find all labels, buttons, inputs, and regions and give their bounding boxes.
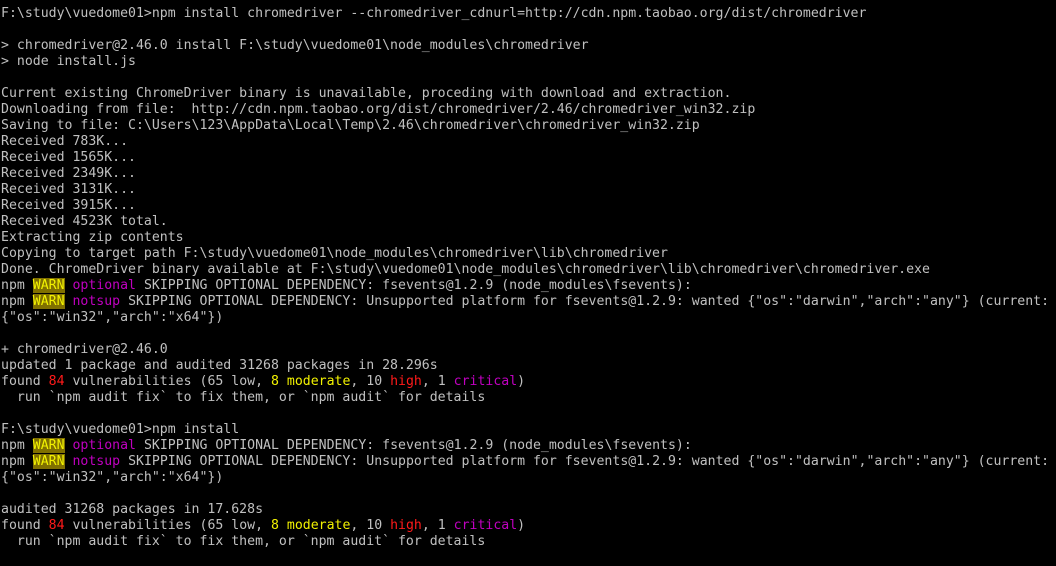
terminal-text: 8 bbox=[270, 518, 279, 533]
terminal-text: SKIPPING OPTIONAL DEPENDENCY: fsevents@1… bbox=[136, 278, 692, 293]
terminal-line: npm WARN notsup SKIPPING OPTIONAL DEPEND… bbox=[1, 454, 1056, 470]
terminal-text: F:\study\vuedome01>npm install bbox=[1, 422, 240, 437]
terminal-text: high bbox=[390, 518, 422, 533]
terminal-text: > chromedriver@2.46.0 install F:\study\v… bbox=[1, 38, 589, 53]
terminal-text: 84 bbox=[48, 374, 65, 389]
terminal-line: {"os":"win32","arch":"x64"}) bbox=[1, 310, 1056, 326]
terminal-line: Downloading from file: http://cdn.npm.ta… bbox=[1, 102, 1056, 118]
terminal-line: > chromedriver@2.46.0 install F:\study\v… bbox=[1, 38, 1056, 54]
terminal-window[interactable]: F:\study\vuedome01>npm install chromedri… bbox=[0, 0, 1056, 566]
terminal-text: , 1 bbox=[421, 374, 454, 389]
terminal-text: SKIPPING OPTIONAL DEPENDENCY: fsevents@1… bbox=[136, 438, 692, 453]
terminal-text: npm bbox=[1, 438, 33, 453]
terminal-text: updated 1 package and audited 31268 pack… bbox=[1, 358, 438, 373]
warn-badge: WARN bbox=[32, 438, 65, 453]
terminal-text: Saving to file: C:\Users\123\AppData\Loc… bbox=[1, 118, 700, 133]
terminal-line: npm WARN notsup SKIPPING OPTIONAL DEPEND… bbox=[1, 294, 1056, 310]
terminal-text: notsup bbox=[72, 294, 121, 309]
terminal-text: SKIPPING OPTIONAL DEPENDENCY: Unsupporte… bbox=[120, 454, 1050, 469]
terminal-text: vulnerabilities (65 low, bbox=[64, 518, 271, 533]
terminal-line: run `npm audit fix` to fix them, or `npm… bbox=[1, 390, 1056, 406]
terminal-line: F:\study\vuedome01>npm install chromedri… bbox=[1, 6, 1056, 22]
terminal-line: found 84 vulnerabilities (65 low, 8 mode… bbox=[1, 518, 1056, 534]
terminal-text: notsup bbox=[72, 454, 121, 469]
terminal-text: , 10 bbox=[350, 518, 391, 533]
terminal-text: Received 3915K... bbox=[1, 198, 136, 213]
warn-badge: WARN bbox=[32, 454, 65, 469]
warn-badge: WARN bbox=[32, 278, 65, 293]
terminal-text: + chromedriver@2.46.0 bbox=[1, 342, 168, 357]
terminal-text: Downloading from file: http://cdn.npm.ta… bbox=[1, 102, 756, 117]
terminal-line: found 84 vulnerabilities (65 low, 8 mode… bbox=[1, 374, 1056, 390]
terminal-text: > node install.js bbox=[1, 54, 136, 69]
terminal-line: {"os":"win32","arch":"x64"}) bbox=[1, 470, 1056, 486]
terminal-text: optional bbox=[72, 438, 137, 453]
terminal-text: Received 783K... bbox=[1, 134, 129, 149]
terminal-line: Current existing ChromeDriver binary is … bbox=[1, 86, 1056, 102]
terminal-text: optional bbox=[72, 278, 137, 293]
terminal-text: vulnerabilities (65 low, bbox=[64, 374, 271, 389]
terminal-text: found bbox=[1, 518, 49, 533]
terminal-line: run `npm audit fix` to fix them, or `npm… bbox=[1, 534, 1056, 550]
terminal-line: audited 31268 packages in 17.628s bbox=[1, 502, 1056, 518]
terminal-text: critical bbox=[453, 518, 518, 533]
terminal-line: Done. ChromeDriver binary available at F… bbox=[1, 262, 1056, 278]
terminal-text: ) bbox=[517, 518, 526, 533]
terminal-line: npm WARN optional SKIPPING OPTIONAL DEPE… bbox=[1, 438, 1056, 454]
terminal-text: SKIPPING OPTIONAL DEPENDENCY: Unsupporte… bbox=[120, 294, 1050, 309]
terminal-line: > node install.js bbox=[1, 54, 1056, 70]
terminal-text: found bbox=[1, 374, 49, 389]
terminal-line: + chromedriver@2.46.0 bbox=[1, 342, 1056, 358]
terminal-line: Received 3131K... bbox=[1, 182, 1056, 198]
terminal-line: Saving to file: C:\Users\123\AppData\Loc… bbox=[1, 118, 1056, 134]
terminal-text: Received 2349K... bbox=[1, 166, 136, 181]
terminal-text: , 10 bbox=[350, 374, 391, 389]
terminal-text: Current existing ChromeDriver binary is … bbox=[1, 86, 732, 101]
terminal-line: Received 783K... bbox=[1, 134, 1056, 150]
terminal-text: npm bbox=[1, 454, 33, 469]
terminal-line: Received 1565K... bbox=[1, 150, 1056, 166]
terminal-text: audited 31268 packages in 17.628s bbox=[1, 502, 264, 517]
terminal-line: Received 4523K total. bbox=[1, 214, 1056, 230]
terminal-text: npm bbox=[1, 278, 33, 293]
terminal-text: high bbox=[390, 374, 422, 389]
terminal-text: Received 3131K... bbox=[1, 182, 136, 197]
terminal-text: {"os":"win32","arch":"x64"}) bbox=[1, 470, 224, 485]
terminal-text: 8 bbox=[270, 374, 279, 389]
terminal-line: Received 3915K... bbox=[1, 198, 1056, 214]
warn-badge: WARN bbox=[32, 294, 65, 309]
terminal-text: moderate bbox=[286, 518, 351, 533]
terminal-text: Done. ChromeDriver binary available at F… bbox=[1, 262, 930, 277]
terminal-text: Received 4523K total. bbox=[1, 214, 168, 229]
terminal-line: updated 1 package and audited 31268 pack… bbox=[1, 358, 1056, 374]
terminal-text: Received 1565K... bbox=[1, 150, 136, 165]
terminal-line: Copying to target path F:\study\vuedome0… bbox=[1, 246, 1056, 262]
terminal-text: run `npm audit fix` to fix them, or `npm… bbox=[1, 390, 486, 405]
terminal-text: Copying to target path F:\study\vuedome0… bbox=[1, 246, 668, 261]
terminal-line: Received 2349K... bbox=[1, 166, 1056, 182]
terminal-text: moderate bbox=[286, 374, 351, 389]
terminal-text: Extracting zip contents bbox=[1, 230, 184, 245]
terminal-text: {"os":"win32","arch":"x64"}) bbox=[1, 310, 224, 325]
terminal-text: ) bbox=[517, 374, 526, 389]
terminal-text: critical bbox=[453, 374, 518, 389]
terminal-text: run `npm audit fix` to fix them, or `npm… bbox=[1, 534, 486, 549]
terminal-line: Extracting zip contents bbox=[1, 230, 1056, 246]
terminal-text: F:\study\vuedome01>npm install chromedri… bbox=[1, 6, 867, 21]
terminal-line: F:\study\vuedome01>npm install bbox=[1, 422, 1056, 438]
terminal-text: 84 bbox=[48, 518, 65, 533]
terminal-text: , 1 bbox=[421, 518, 454, 533]
terminal-line: npm WARN optional SKIPPING OPTIONAL DEPE… bbox=[1, 278, 1056, 294]
terminal-text: npm bbox=[1, 294, 33, 309]
